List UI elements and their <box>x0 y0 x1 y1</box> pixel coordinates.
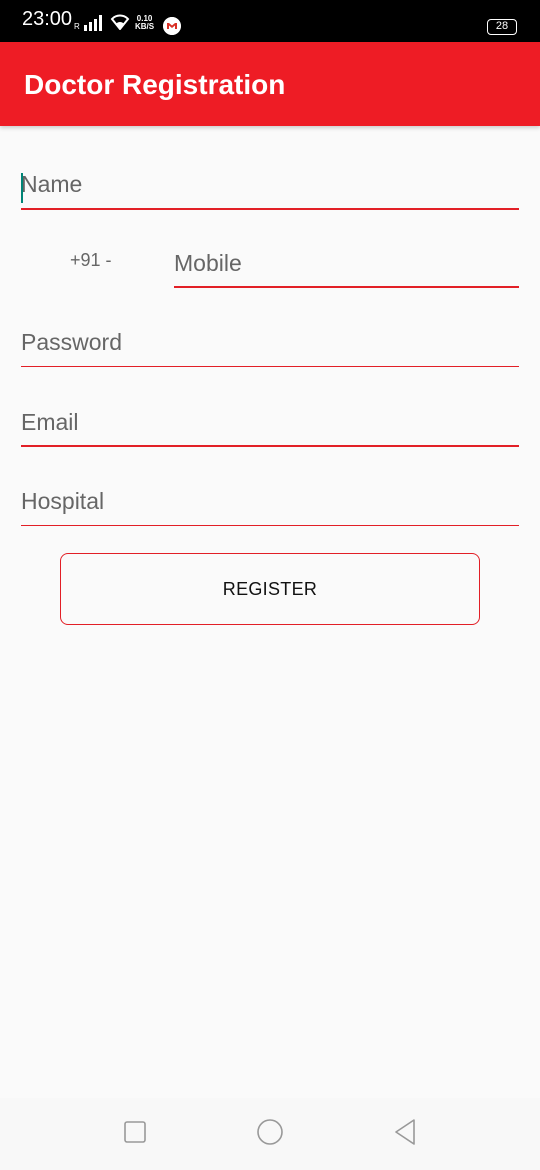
text-cursor <box>21 173 23 203</box>
name-input[interactable] <box>21 167 519 210</box>
status-bar: 23:00 R 0.10 KB/S 28 <box>0 0 540 42</box>
signal-roaming-label: R <box>74 22 80 31</box>
home-circle-icon[interactable] <box>256 1118 284 1146</box>
password-underline <box>21 366 519 367</box>
register-button[interactable]: REGISTER <box>60 553 480 625</box>
back-triangle-icon[interactable] <box>393 1118 417 1146</box>
network-speed: 0.10 KB/S <box>135 15 154 31</box>
page-title: Doctor Registration <box>24 69 286 100</box>
gmail-icon <box>163 17 181 35</box>
email-input[interactable] <box>21 405 519 447</box>
app-bar: Doctor Registration <box>0 42 540 126</box>
password-input[interactable] <box>21 326 519 367</box>
hospital-input[interactable] <box>21 485 519 526</box>
network-speed-unit: KB/S <box>135 22 155 31</box>
hospital-field[interactable] <box>21 485 519 526</box>
battery-level: 28 <box>495 20 509 32</box>
mobile-prefix: +91 - <box>70 250 112 270</box>
email-field[interactable] <box>21 405 519 447</box>
mobile-input[interactable] <box>174 246 519 288</box>
name-field[interactable] <box>21 167 519 210</box>
wifi-icon <box>110 14 130 30</box>
recents-square-icon[interactable] <box>123 1120 147 1144</box>
mobile-underline <box>174 286 519 288</box>
email-underline <box>21 445 519 447</box>
name-underline <box>21 208 519 210</box>
navigation-bar <box>0 1098 540 1170</box>
register-button-label: REGISTER <box>222 578 318 599</box>
mobile-field[interactable] <box>174 246 519 288</box>
hospital-underline <box>21 525 519 526</box>
signal-icon: R <box>74 13 102 31</box>
battery-icon: 28 <box>487 19 517 35</box>
password-field[interactable] <box>21 326 519 367</box>
status-time: 23:00 <box>22 8 73 30</box>
